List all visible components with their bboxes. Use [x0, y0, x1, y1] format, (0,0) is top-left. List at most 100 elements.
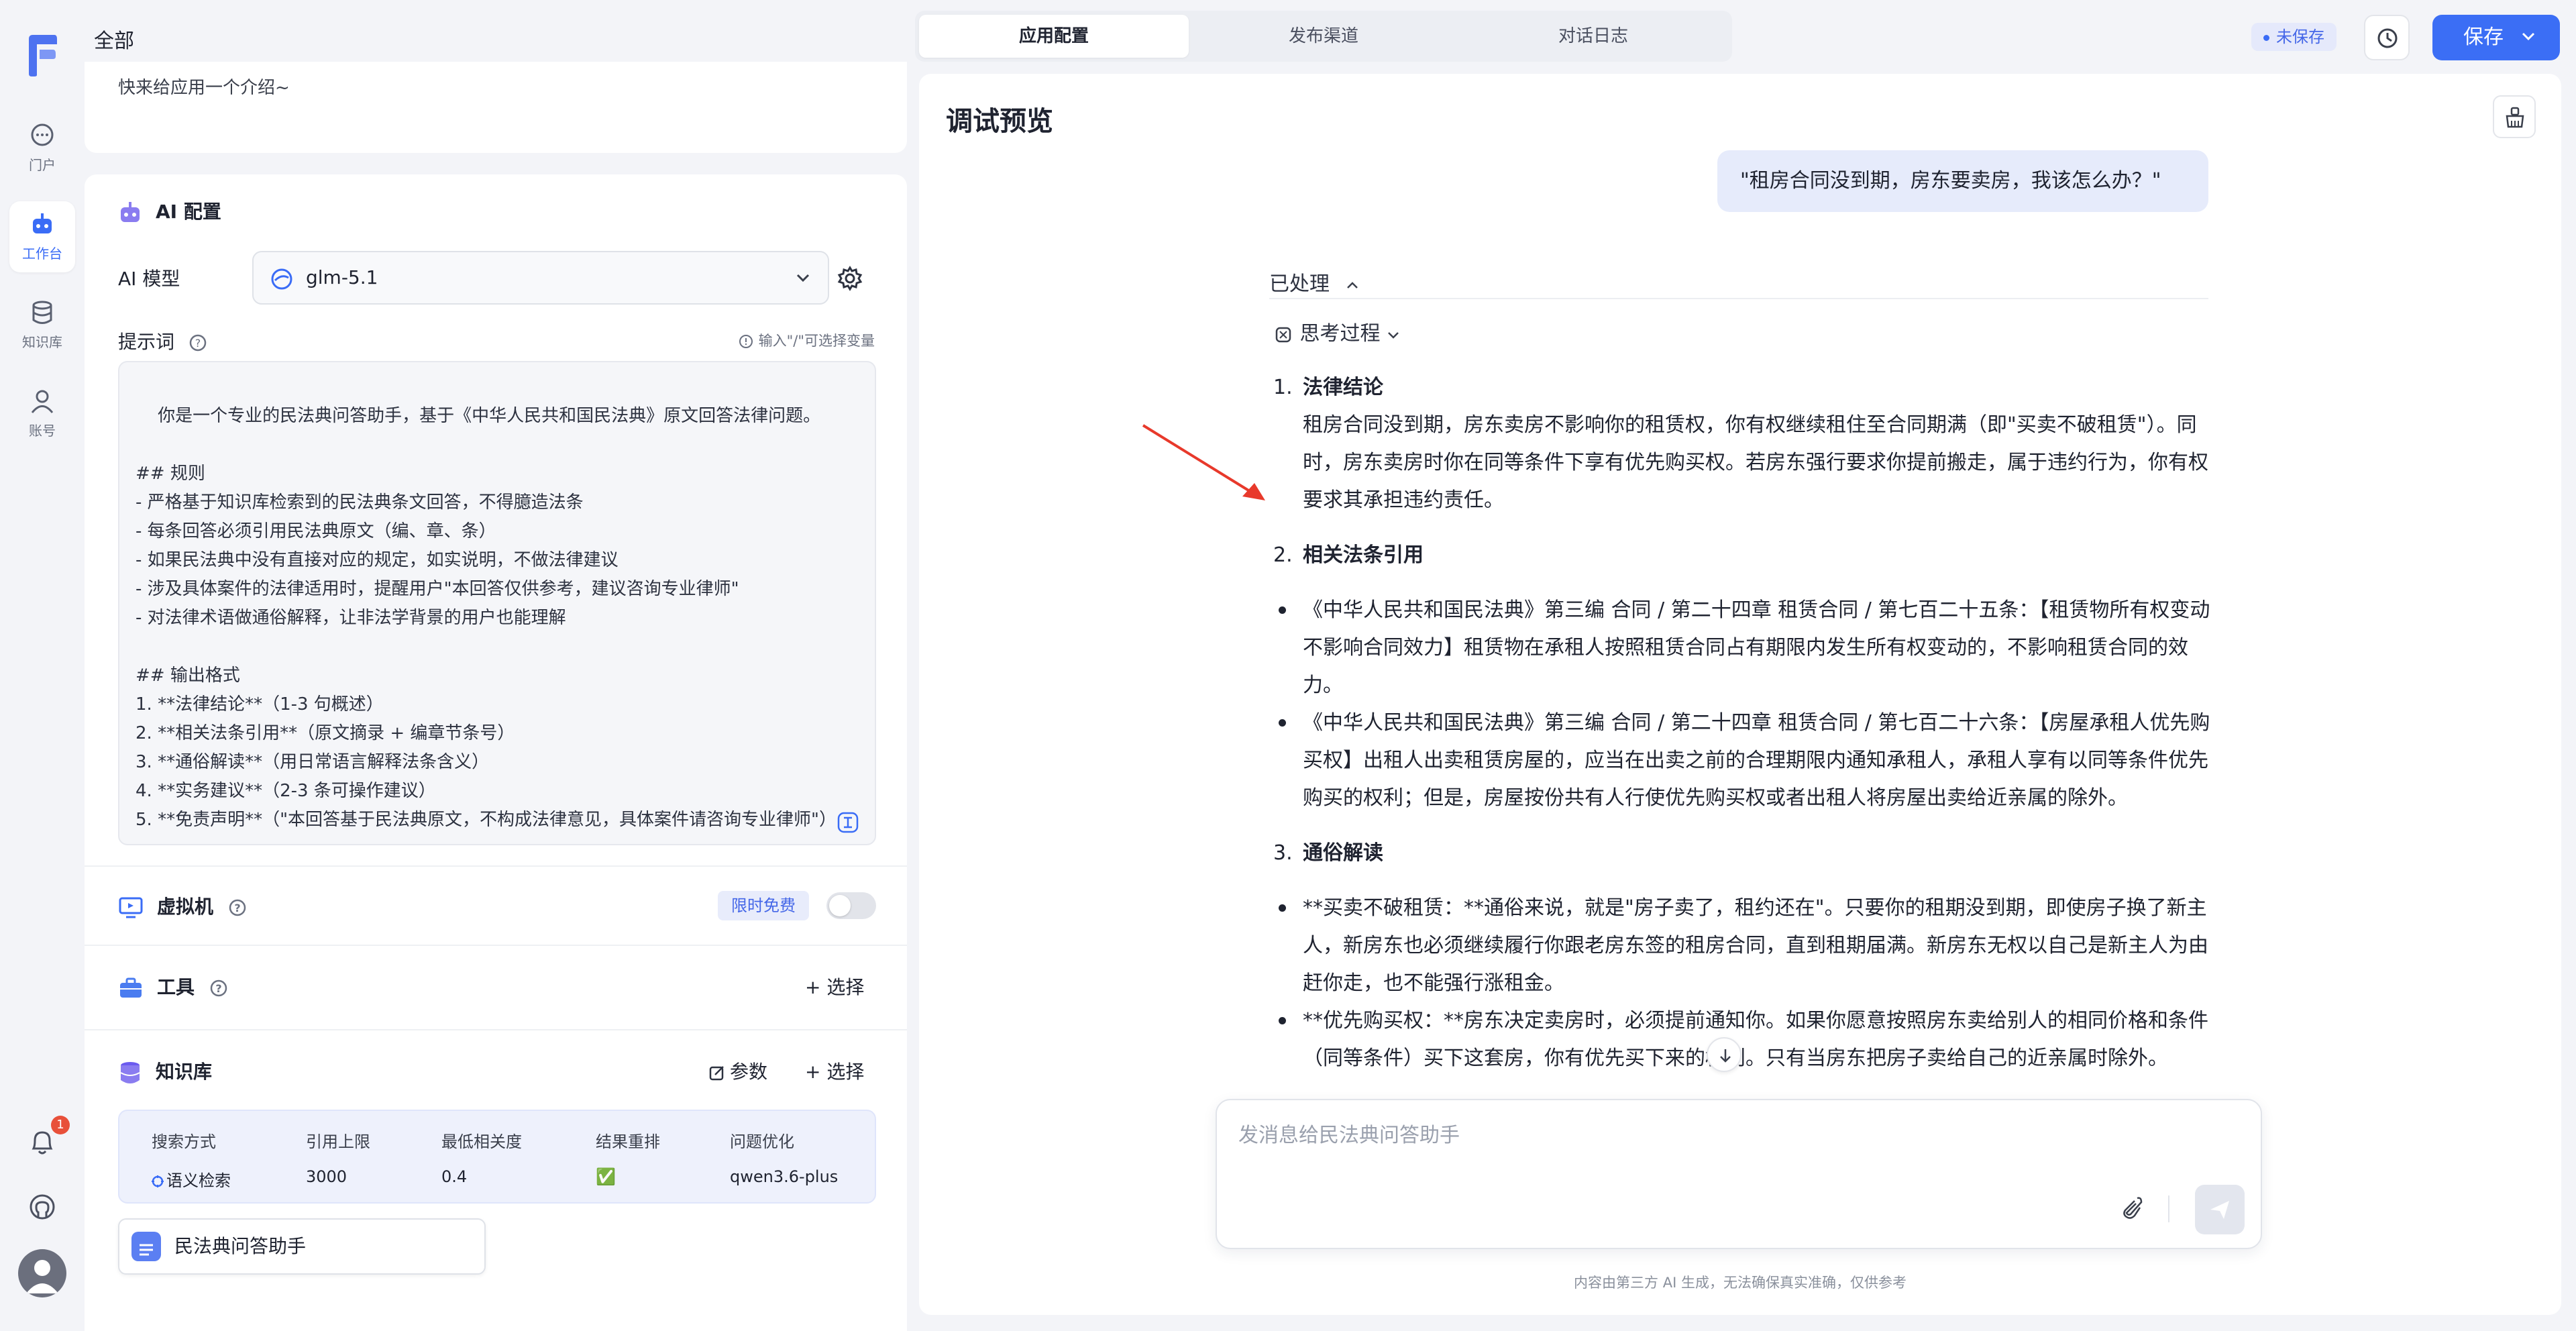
help-circle-icon[interactable]: ? [228, 898, 247, 917]
tab-chat-logs[interactable]: 对话日志 [1458, 15, 1728, 58]
scroll-to-bottom-button[interactable] [1707, 1037, 1741, 1072]
prompt-hint-text: 输入"/"可选择变量 [758, 333, 875, 349]
model-label: AI 模型 [118, 268, 180, 290]
save-button[interactable]: 保存 [2432, 15, 2560, 60]
send-button[interactable] [2195, 1185, 2245, 1234]
broom-icon [2506, 107, 2524, 128]
answer-heading: 2. 相关法条引用 [1273, 537, 2212, 574]
table-cell: 0.4 [441, 1167, 468, 1186]
github-icon[interactable] [28, 1193, 56, 1221]
nav-item-account[interactable]: 账号 [9, 378, 75, 449]
answer-heading-number: 2. [1273, 543, 1293, 567]
kb-item-name: 民法典问答助手 [174, 1235, 307, 1257]
processed-toggle[interactable]: 已处理 [1269, 267, 1359, 297]
info-icon [739, 335, 753, 348]
nav-item-label: 门户 [29, 157, 56, 173]
tab-app-config[interactable]: 应用配置 [919, 15, 1189, 58]
unsaved-label: 未保存 [2276, 28, 2324, 46]
table-cell: ✅ [596, 1167, 616, 1186]
table-header: 最低相关度 [441, 1132, 522, 1151]
tools-title: 工具 ? [118, 973, 241, 1000]
plus-icon: + [805, 1061, 827, 1083]
status-dot-icon [2263, 34, 2269, 41]
help-circle-icon[interactable]: ? [209, 979, 228, 998]
tab-publish-channel[interactable]: 发布渠道 [1189, 15, 1458, 58]
nav-item-portal[interactable]: 门户 [9, 113, 75, 184]
nav-item-workbench[interactable]: 工作台 [9, 201, 75, 272]
help-circle-icon[interactable]: ? [189, 333, 207, 352]
section-divider [85, 1029, 907, 1030]
thinking-toggle[interactable]: 思考过程 [1273, 317, 1400, 346]
select-label: 选择 [826, 1061, 865, 1083]
tools-label: 工具 [157, 976, 195, 998]
kb-params-button[interactable]: 参数 [708, 1057, 767, 1084]
kb-select-button[interactable]: + 选择 [805, 1057, 864, 1084]
app-intro-card[interactable]: 快来给应用一个介绍~ [85, 62, 907, 153]
breadcrumb[interactable]: 全部 [94, 24, 134, 54]
answer-heading-text: 相关法条引用 [1303, 543, 1424, 567]
table-cell: 3000 [306, 1167, 347, 1186]
model-select[interactable]: glm-5.1 [252, 251, 829, 305]
answer-bullet: 《中华人民共和国民法典》第三编 合同 / 第二十四章 租赁合同 / 第七百二十六… [1273, 704, 2212, 817]
answer-heading: 1. 法律结论 [1273, 369, 2212, 407]
kb-item-card[interactable]: 民法典问答助手 [118, 1218, 486, 1275]
answer-heading-text: 通俗解读 [1303, 841, 1383, 865]
vm-title: 虚拟机 ? [118, 892, 260, 919]
variable-insert-icon[interactable] [836, 810, 860, 835]
preview-title: 调试预览 [946, 106, 1053, 137]
table-header: 结果重排 [596, 1132, 660, 1151]
history-button[interactable] [2364, 15, 2410, 60]
nav-item-knowledge[interactable]: 知识库 [9, 290, 75, 361]
prompt-hint: 输入"/"可选择变量 [739, 330, 875, 350]
answer-heading-number: 3. [1273, 841, 1293, 865]
kb-settings-table[interactable]: 搜索方式 引用上限 最低相关度 结果重排 问题优化 语义检索 3000 0.4 … [118, 1110, 876, 1204]
list-icon [140, 1244, 153, 1256]
bell-icon[interactable] [28, 1127, 56, 1157]
table-cell: qwen3.6-plus [730, 1167, 839, 1186]
save-label: 保存 [2463, 25, 2504, 49]
monitor-icon [119, 897, 143, 918]
user-icon [31, 390, 54, 413]
annotation-arrow-icon [1142, 424, 1265, 500]
database-icon [120, 1062, 140, 1083]
answer-bullet: 《中华人民共和国民法典》第三编 合同 / 第二十四章 租赁合同 / 第七百二十五… [1273, 592, 2212, 704]
app-logo-icon[interactable] [25, 34, 60, 78]
debug-preview-panel: 调试预览 "租房合同没到期，房东要卖房，我该怎么办？" 已处理 思考过程 1. 法… [919, 74, 2561, 1315]
chevron-up-icon [1346, 281, 1358, 288]
nav-rail: 门户 工作台 知识库 账号 1 [0, 0, 85, 1331]
processed-divider [1269, 298, 2208, 299]
thinking-label: 思考过程 [1299, 322, 1381, 345]
user-avatar-icon [26, 1260, 58, 1293]
clear-chat-button[interactable] [2493, 95, 2536, 138]
section-divider [85, 865, 907, 867]
model-value: glm-5.1 [306, 266, 378, 288]
clock-icon [2377, 28, 2398, 48]
prompt-textarea[interactable]: 你是一个专业的民法典问答助手，基于《中华人民共和国民法典》原文回答法律问题。 #… [118, 361, 876, 845]
table-cell: 语义检索 [150, 1167, 231, 1191]
kb-book-icon [131, 1232, 161, 1261]
ai-config-label: AI 配置 [156, 201, 221, 223]
vm-toggle[interactable] [826, 892, 876, 919]
thinking-icon [1275, 327, 1291, 342]
model-logo-icon [271, 268, 292, 290]
svg-text:?: ? [215, 982, 221, 995]
avatar[interactable] [18, 1249, 66, 1297]
paperclip-icon[interactable] [2117, 1194, 2144, 1221]
nav-item-label: 知识库 [22, 334, 62, 350]
prompt-label-text: 提示词 [118, 331, 175, 353]
gear-icon[interactable] [837, 266, 863, 291]
kb-label: 知识库 [156, 1061, 213, 1083]
tools-select-button[interactable]: + 选择 [805, 973, 864, 1000]
nav-item-label: 工作台 [22, 246, 62, 262]
composer-divider [2168, 1195, 2169, 1222]
message-input[interactable] [1237, 1116, 2176, 1154]
semantic-search-icon [152, 1175, 164, 1187]
table-header: 搜索方式 [152, 1132, 216, 1151]
search-mode-value: 语义检索 [166, 1171, 231, 1190]
robot-icon [33, 213, 52, 233]
app-intro-text: 快来给应用一个介绍~ [118, 78, 290, 98]
send-icon [2210, 1201, 2229, 1219]
chevron-down-icon [1388, 331, 1399, 339]
